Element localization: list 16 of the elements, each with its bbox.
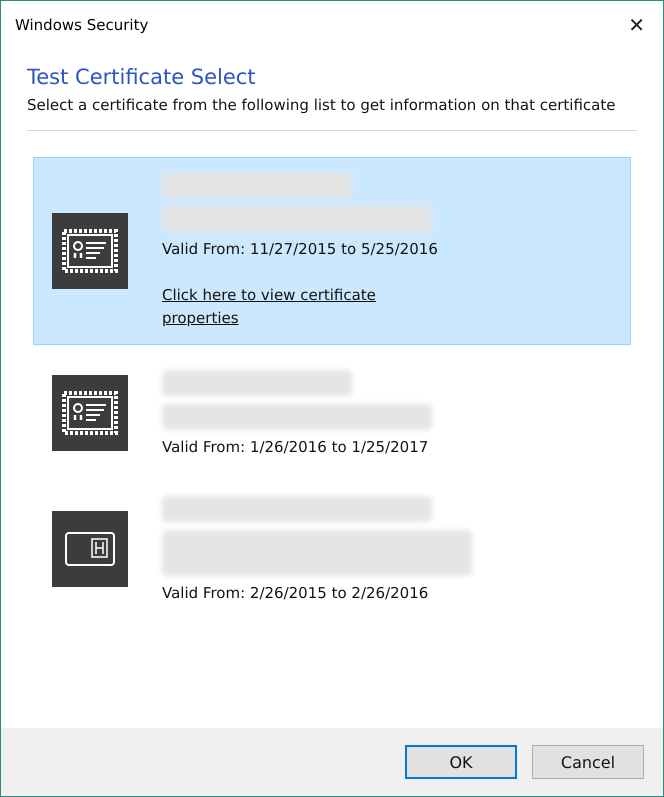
certificate-properties-link[interactable]: Click here to view certificate properties <box>162 284 402 330</box>
close-button[interactable]: ✕ <box>622 13 651 37</box>
smart-card-icon <box>52 511 128 587</box>
validity-text: Valid From: 2/26/2015 to 2/26/2016 <box>162 584 430 602</box>
validity-text: Valid From: 1/26/2016 to 1/25/2017 <box>162 438 430 456</box>
dialog-description: Select a certificate from the following list to get information on that certificate <box>27 95 616 116</box>
certificate-icon <box>52 375 128 451</box>
dialog-heading: Test Certificate Select <box>27 65 257 89</box>
window-title: Windows Security <box>15 16 148 34</box>
certificate-icon <box>52 213 128 289</box>
cancel-button[interactable]: Cancel <box>532 745 644 779</box>
certificate-item[interactable]: Valid From: 11/27/2015 to 5/25/2016 Click here to view certificate properties <box>33 157 631 345</box>
validity-text: Valid From: 11/27/2015 to 5/25/2016 <box>162 240 438 258</box>
ok-button[interactable]: OK <box>405 745 517 779</box>
certificate-item[interactable]: Valid From: 1/26/2016 to 1/25/2017 <box>33 355 631 471</box>
certificate-item[interactable]: Valid From: 2/26/2015 to 2/26/2016 <box>33 481 631 617</box>
